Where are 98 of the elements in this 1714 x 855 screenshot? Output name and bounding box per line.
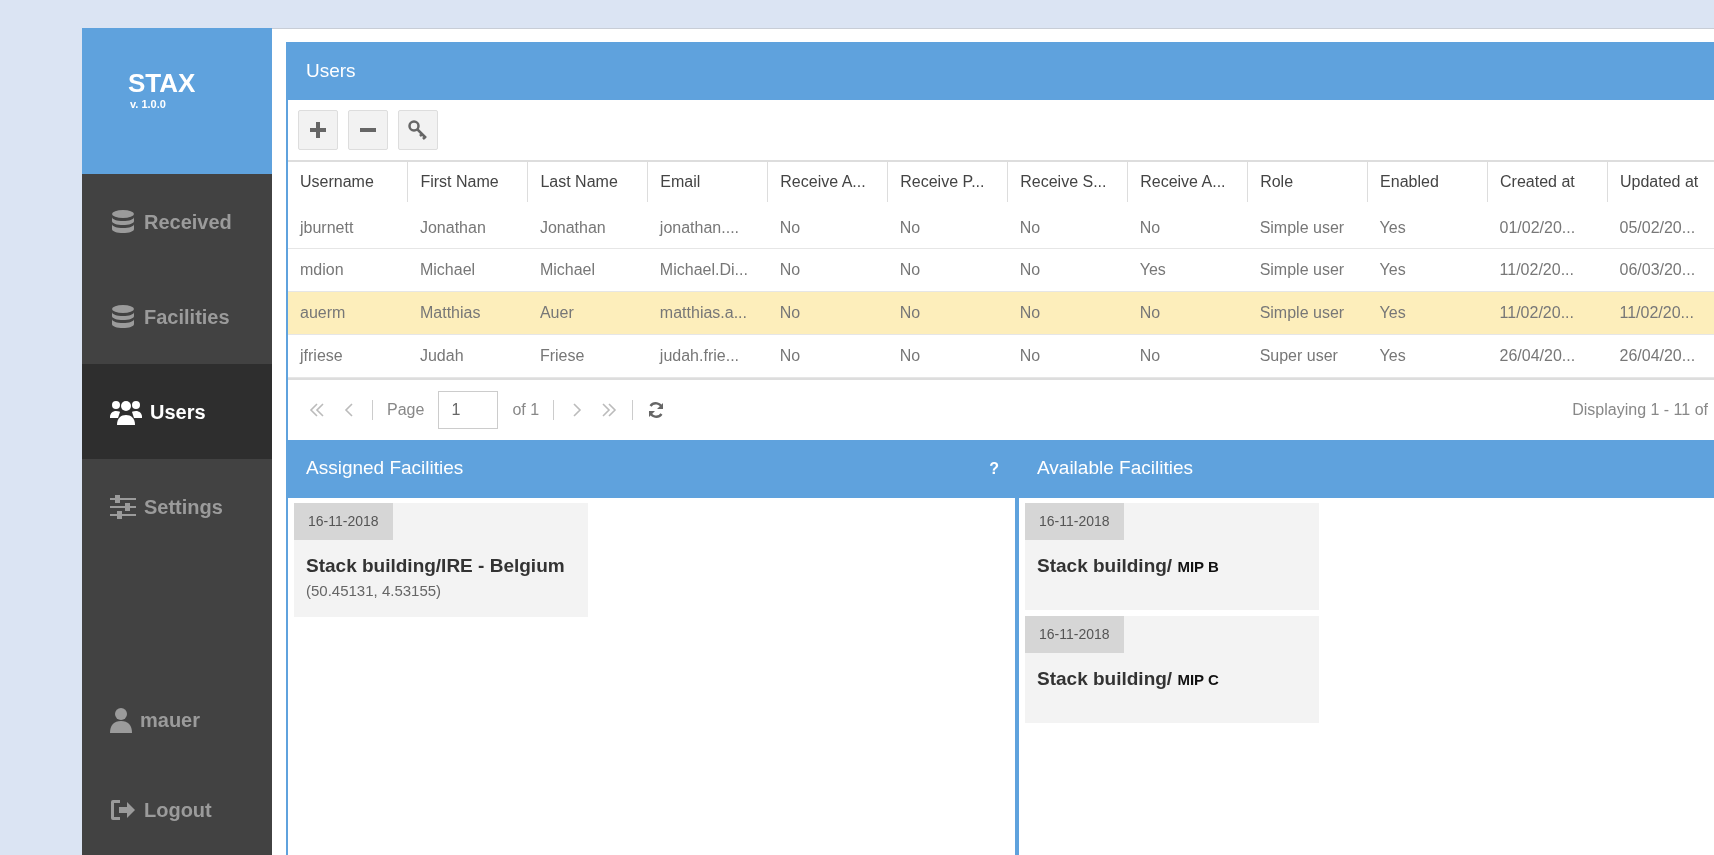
column-header[interactable]: First Name <box>407 162 528 205</box>
table-cell: Judah <box>407 334 528 377</box>
users-icon <box>110 398 142 425</box>
key-button[interactable] <box>398 110 438 150</box>
table-cell: auerm <box>288 291 408 334</box>
table-cell: No <box>887 248 1008 291</box>
sidebar-item[interactable]: Settings <box>82 459 272 554</box>
version-text: v. 1.0.0 <box>130 97 167 112</box>
table-cell: Jonathan <box>527 205 648 248</box>
column-header[interactable]: Created at <box>1487 162 1608 205</box>
page-count: of 1 <box>512 399 540 420</box>
table-cell: Super user <box>1247 334 1368 377</box>
facility-title: Stack building/ MIP B <box>1036 553 1220 578</box>
panel-title: Available Facilities <box>1037 456 1193 481</box>
facility-title: Stack building/IRE - Belgium <box>305 553 566 578</box>
table-cell: 26/04/20... <box>1487 334 1608 377</box>
table-cell: No <box>887 334 1008 377</box>
key-icon <box>408 120 428 140</box>
table-cell: No <box>887 205 1008 248</box>
table-cell: Yes <box>1127 248 1248 291</box>
table-cell: No <box>1007 291 1128 334</box>
table-cell: No <box>767 291 888 334</box>
sidebar-item[interactable]: Received <box>82 174 272 269</box>
table-cell: Jonathan <box>407 205 528 248</box>
table-cell: No <box>1127 334 1248 377</box>
table-cell: 26/04/20... <box>1607 334 1714 377</box>
facility-card[interactable]: 16-11-2018 Stack building/IRE - Belgium (50.45131, 4.53155) <box>294 502 588 617</box>
table-cell: Michael.Di... <box>647 248 768 291</box>
column-header[interactable]: Username <box>288 162 408 205</box>
database-icon <box>110 208 136 235</box>
column-header[interactable]: Email <box>647 162 768 205</box>
column-header[interactable]: Receive P... <box>887 162 1008 205</box>
table-cell: 11/02/20... <box>1487 248 1608 291</box>
table-cell: mdion <box>288 248 408 291</box>
table-cell: Yes <box>1367 334 1488 377</box>
date-tag: 16-11-2018 <box>294 502 393 540</box>
table-cell: jburnett <box>288 205 408 248</box>
table-cell: Simple user <box>1247 291 1368 334</box>
date-tag: 16-11-2018 <box>1025 502 1124 540</box>
add-button[interactable] <box>298 110 338 150</box>
table-cell: Friese <box>527 334 648 377</box>
facility-card[interactable]: 16-11-2018 Stack building/ MIP B <box>1025 502 1319 610</box>
display-summary: Displaying 1 - 11 of <box>1572 399 1708 420</box>
page-label: Page <box>387 399 425 420</box>
sidebar-item[interactable]: Users <box>82 364 272 459</box>
column-header[interactable]: Last Name <box>527 162 648 205</box>
table-cell: Michael <box>407 248 528 291</box>
table-cell: No <box>767 248 888 291</box>
column-header[interactable]: Receive S... <box>1007 162 1128 205</box>
database-icon <box>110 303 136 330</box>
table-cell: 11/02/20... <box>1487 291 1608 334</box>
table-cell: 05/02/20... <box>1607 205 1714 248</box>
table-cell: Auer <box>527 291 648 334</box>
date-tag: 16-11-2018 <box>1025 615 1124 653</box>
table-cell: No <box>1127 205 1248 248</box>
page-field[interactable]: 1 <box>438 390 499 429</box>
facility-title: Stack building/ MIP C <box>1036 666 1220 691</box>
column-header[interactable]: Receive A... <box>1127 162 1248 205</box>
table-cell: Simple user <box>1247 248 1368 291</box>
table-cell: No <box>1007 334 1128 377</box>
column-header[interactable]: Updated at <box>1607 162 1714 205</box>
remove-button[interactable] <box>348 110 388 150</box>
table-cell: No <box>1007 248 1128 291</box>
table-cell: No <box>767 205 888 248</box>
sidebar-item[interactable]: Facilities <box>82 269 272 364</box>
sliders-icon <box>110 494 136 519</box>
app-logo: STAX <box>128 70 197 96</box>
table-cell: jfriese <box>288 334 408 377</box>
panel-title: Assigned Facilities <box>306 456 464 481</box>
table-cell: No <box>1007 205 1128 248</box>
table-cell: judah.frie... <box>647 334 768 377</box>
column-header[interactable]: Receive A... <box>767 162 888 205</box>
user-link[interactable]: mauer <box>82 675 272 765</box>
table-cell: Matthias <box>407 291 528 334</box>
column-header[interactable]: Role <box>1247 162 1368 205</box>
table-cell: Yes <box>1367 205 1488 248</box>
table-cell: 11/02/20... <box>1607 291 1714 334</box>
table-cell: Michael <box>527 248 648 291</box>
table-cell: Yes <box>1367 291 1488 334</box>
table-cell: Simple user <box>1247 205 1368 248</box>
logout-icon <box>110 798 136 822</box>
refresh-icon[interactable] <box>647 400 666 419</box>
table-cell: No <box>767 334 888 377</box>
table-cell: jonathan.... <box>647 205 768 248</box>
table-cell: 06/03/20... <box>1607 248 1714 291</box>
user-icon <box>110 707 132 733</box>
table-cell: matthias.a... <box>647 291 768 334</box>
panel-title: Users <box>306 58 356 83</box>
table-cell: 01/02/20... <box>1487 205 1608 248</box>
column-header[interactable]: Enabled <box>1367 162 1488 205</box>
facility-card[interactable]: 16-11-2018 Stack building/ MIP C <box>1025 615 1319 723</box>
table-cell: No <box>1127 291 1248 334</box>
logout-link[interactable]: Logout <box>82 765 272 855</box>
table-cell: Yes <box>1367 248 1488 291</box>
plus-icon <box>310 122 326 138</box>
coordinates-text: (50.45131, 4.53155) <box>305 581 443 601</box>
minus-icon <box>360 128 376 132</box>
table-cell: No <box>887 291 1008 334</box>
